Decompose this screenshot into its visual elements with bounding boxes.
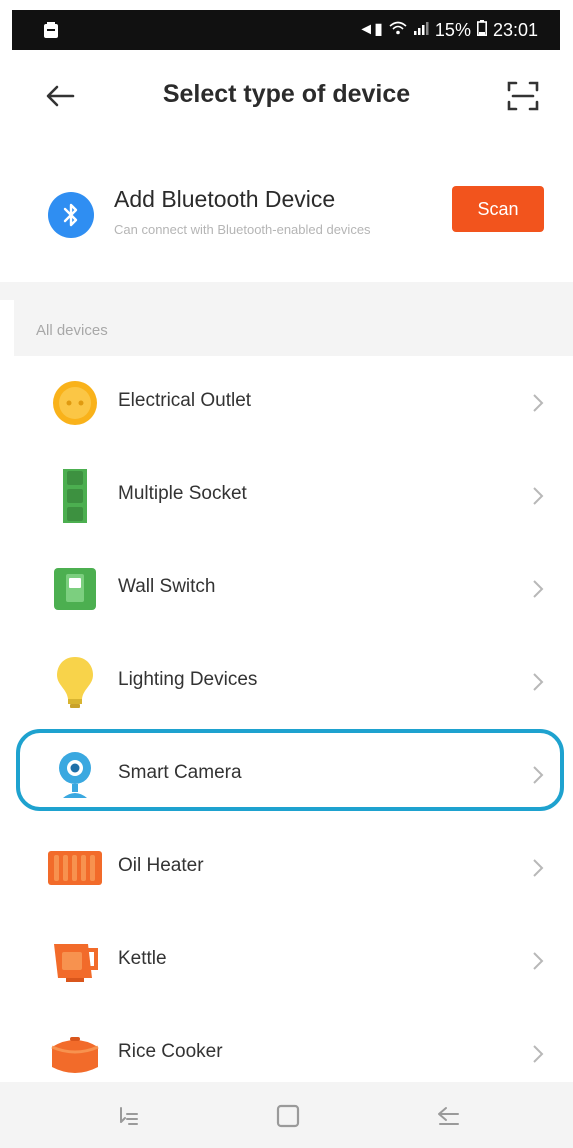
battery-percent: 15%: [434, 20, 471, 40]
status-icons: ◄▮ 15% 23:01: [358, 20, 538, 40]
device-label: Electrical Outlet: [118, 390, 252, 411]
chevron-right-icon: [533, 1045, 544, 1063]
scan-qr-button[interactable]: [503, 76, 543, 116]
chevron-right-icon: [533, 487, 544, 505]
chevron-right-icon: [533, 394, 544, 412]
recent-apps-icon: [120, 1107, 138, 1125]
outlet-icon: [53, 381, 97, 425]
recent-apps-button[interactable]: [110, 1098, 146, 1134]
rice-cooker-icon: [51, 1037, 99, 1073]
light-bulb-icon: [57, 657, 93, 708]
scan-frame-icon: [507, 81, 539, 111]
device-label: Multiple Socket: [118, 483, 247, 504]
section-header: All devices: [14, 300, 573, 356]
status-bar: ◄▮ 15% 23:01: [12, 10, 560, 50]
navigation-bar: [0, 1082, 573, 1148]
page-title: Select type of device: [162, 80, 411, 108]
device-item-kettle[interactable]: Kettle: [0, 914, 573, 1007]
clock: 23:01: [492, 20, 538, 40]
device-label: Smart Camera: [118, 762, 242, 783]
header: Select type of device: [0, 60, 573, 132]
screen: ◄▮ 15% 23:01 Select type of device Add B…: [0, 0, 573, 1148]
bluetooth-subtitle: Can connect with Bluetooth-enabled devic…: [114, 222, 371, 237]
device-item-oil-heater[interactable]: Oil Heater: [0, 821, 573, 914]
wall-switch-icon: [54, 568, 96, 610]
scan-button[interactable]: Scan: [452, 186, 544, 232]
home-square-icon: [276, 1104, 300, 1128]
device-item-smart-camera[interactable]: Smart Camera: [0, 728, 573, 821]
device-item-wall-switch[interactable]: Wall Switch: [0, 542, 573, 635]
notification-icon: [42, 20, 60, 40]
kettle-icon: [54, 944, 98, 982]
bluetooth-title: Add Bluetooth Device: [114, 186, 336, 212]
device-label: Oil Heater: [118, 855, 204, 876]
wifi-icon: [389, 21, 407, 39]
bluetooth-icon: [48, 192, 94, 238]
chevron-right-icon: [533, 859, 544, 877]
power-strip-icon: [63, 469, 87, 523]
device-item-multiple-socket[interactable]: Multiple Socket: [0, 449, 573, 542]
heater-icon: [48, 851, 102, 885]
bluetooth-card: Add Bluetooth Device Can connect with Bl…: [0, 150, 573, 280]
device-label: Rice Cooker: [118, 1041, 223, 1062]
back-nav-icon: [438, 1107, 459, 1125]
chevron-right-icon: [533, 952, 544, 970]
chevron-right-icon: [533, 766, 544, 784]
device-label: Wall Switch: [118, 576, 216, 597]
separator: [0, 282, 573, 300]
device-label: Lighting Devices: [118, 669, 258, 690]
section-label: All devices: [36, 322, 108, 339]
nav-back-button[interactable]: [430, 1098, 466, 1134]
vibrate-icon: ◄▮: [358, 21, 383, 38]
device-item-lighting-devices[interactable]: Lighting Devices: [0, 635, 573, 728]
device-list: Electrical Outlet Multiple Socket Wall S…: [0, 356, 573, 1100]
device-label: Kettle: [118, 948, 167, 969]
device-item-electrical-outlet[interactable]: Electrical Outlet: [0, 356, 573, 449]
signal-icon: [413, 21, 429, 39]
chevron-right-icon: [533, 673, 544, 691]
home-button[interactable]: [270, 1098, 306, 1134]
battery-icon: [476, 20, 487, 40]
chevron-right-icon: [533, 580, 544, 598]
camera-icon: [59, 752, 91, 798]
